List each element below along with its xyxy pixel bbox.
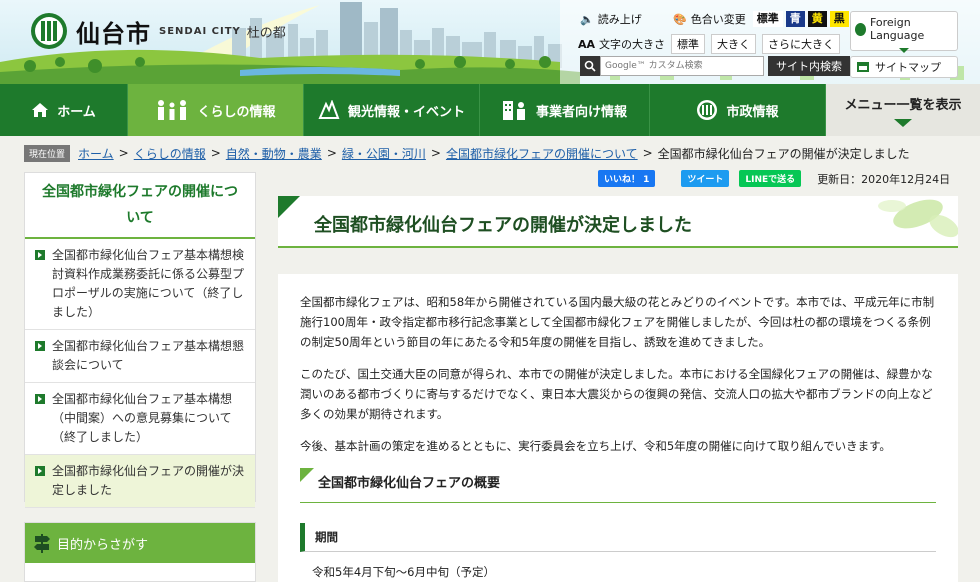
read-aloud-button[interactable]: 🔈 読み上げ: [580, 11, 642, 27]
purpose-search-heading[interactable]: 目的からさがす: [25, 523, 255, 563]
line-share-button[interactable]: LINEで送る: [739, 170, 802, 187]
logo-subtitle: 杜の都: [246, 25, 286, 41]
site-header: 仙台市 SENDAI CITY 杜の都 🔈 読み上げ 🎨 色合い変更 標準青黄黒…: [0, 0, 980, 84]
arrow-bullet-icon: [35, 341, 45, 351]
breadcrumb-separator: >: [326, 146, 337, 160]
color-option-button[interactable]: 青: [785, 11, 805, 27]
city-emblem-icon: [696, 99, 718, 121]
breadcrumb: 現在位置 ホーム > くらしの情報 > 自然・動物・農業 > 緑・公園・河川 >…: [24, 144, 964, 162]
nav-business-label: 事業者向け情報: [535, 104, 627, 120]
nav-living[interactable]: くらしの情報: [128, 84, 304, 136]
breadcrumb-separator: >: [118, 146, 129, 160]
search-input[interactable]: [600, 56, 764, 76]
site-search: サイト内検索: [580, 56, 850, 76]
period-heading: 期間: [300, 523, 936, 552]
color-change-group: 🎨 色合い変更 標準青黄黒: [673, 11, 849, 27]
business-icon: [502, 99, 528, 121]
logo-name: 仙台市: [76, 19, 151, 48]
nav-tourism-label: 観光情報・イベント: [347, 104, 465, 120]
arrow-bullet-icon: [35, 394, 45, 404]
nav-tourism[interactable]: 観光情報・イベント: [304, 84, 480, 136]
signpost-icon: [33, 533, 51, 553]
local-nav-item[interactable]: 全国都市緑化仙台フェアの開催が決定しました: [25, 455, 255, 508]
leaf-decoration-icon: [878, 199, 958, 238]
nav-city-admin-label: 市政情報: [726, 104, 779, 120]
title-corner-accent: [278, 196, 300, 218]
globe-icon: [855, 22, 866, 36]
social-share-bar: いいね！ 1 ツイート LINEで送る 更新日：2020年12月24日: [598, 170, 950, 187]
breadcrumb-separator: >: [642, 146, 653, 160]
nav-home[interactable]: ホーム: [0, 84, 128, 136]
main-content: 全国都市緑化フェアは、昭和58年から開催されている国内最大級の花とみどりのイベン…: [278, 274, 958, 582]
outline-heading: 全国都市緑化仙台フェアの概要: [300, 468, 936, 503]
nav-city-admin[interactable]: 市政情報: [650, 84, 826, 136]
nav-home-label: ホーム: [57, 104, 96, 120]
family-icon: [155, 99, 189, 121]
foreign-language-button[interactable]: Foreign Language: [850, 11, 958, 53]
menu-list-button[interactable]: メニュー一覧を表示: [826, 84, 980, 136]
arrow-bullet-icon: [35, 250, 45, 260]
text-size-larger-button[interactable]: さらに大きく: [762, 34, 841, 54]
breadcrumb-link-nature[interactable]: 自然・動物・農業: [226, 145, 322, 162]
menu-list-label: メニュー一覧を表示: [844, 97, 962, 113]
local-nav-item-label: 全国都市緑化仙台フェア基本構想（中間案）への意見募集について（終了しました）: [52, 392, 233, 444]
local-nav-title[interactable]: 全国都市緑化フェアの開催について: [25, 173, 255, 239]
text-size-large-button[interactable]: 大きく: [711, 34, 757, 54]
breadcrumb-current: 全国都市緑化仙台フェアの開催が決定しました: [657, 146, 910, 161]
breadcrumb-separator: >: [210, 146, 221, 160]
breadcrumb-link-parks[interactable]: 緑・公園・河川: [342, 145, 426, 162]
site-logo[interactable]: 仙台市 SENDAI CITY 杜の都: [30, 12, 286, 50]
sitemap-button[interactable]: サイトマップ: [850, 56, 958, 78]
period-value: 令和5年4月下旬～6月中旬（予定）: [312, 565, 495, 579]
city-emblem-icon: [31, 13, 67, 49]
color-change-label: 色合い変更: [690, 13, 746, 26]
logo-english-name: SENDAI CITY: [159, 25, 241, 37]
palette-icon: 🎨: [673, 12, 687, 26]
text-size-label: 文字の大きさ: [599, 38, 666, 51]
chevron-down-icon: [894, 118, 912, 127]
nav-living-label: くらしの情報: [197, 104, 276, 120]
updated-date: 更新日：2020年12月24日: [817, 172, 951, 186]
breadcrumb-label: 現在位置: [24, 144, 71, 162]
breadcrumb-link-home[interactable]: ホーム: [78, 145, 114, 162]
local-nav-item-label: 全国都市緑化仙台フェア基本構想懇談会について: [52, 339, 245, 372]
local-nav-item[interactable]: 全国都市緑化仙台フェア基本構想懇談会について: [25, 330, 255, 383]
text-size-group: AA 文字の大きさ 標準 大きく さらに大きく: [578, 34, 841, 54]
page-title-box: 全国都市緑化仙台フェアの開催が決定しました: [278, 196, 958, 248]
local-nav-item[interactable]: 全国都市緑化仙台フェア基本構想検討資料作成業務委託に係る公募型プロポーザルの実施…: [25, 239, 255, 330]
local-nav: 全国都市緑化フェアの開催について 全国都市緑化仙台フェア基本構想検討資料作成業務…: [24, 172, 256, 508]
nav-business[interactable]: 事業者向け情報: [480, 84, 650, 136]
text-size-icon: AA: [578, 37, 596, 51]
body-paragraph: このたび、国土交通大臣の同意が得られ、本市での開催が決定しました。本市における全…: [300, 367, 933, 421]
chevron-down-icon: [899, 48, 909, 53]
sitemap-icon: [857, 62, 869, 72]
text-size-standard-button[interactable]: 標準: [671, 34, 706, 54]
body-paragraph: 今後、基本計画の策定を進めるとともに、実行委員会を立ち上げ、令和5年度の開催に向…: [300, 439, 891, 453]
local-nav-item-label: 全国都市緑化仙台フェア基本構想検討資料作成業務委託に係る公募型プロポーザルの実施…: [52, 248, 245, 319]
global-nav: ホーム くらしの情報 観光情報・イベント 事業者向け情報 市政情報 メニュー一覧…: [0, 84, 980, 136]
home-icon: [31, 102, 49, 118]
foreign-language-label: Foreign Language: [869, 16, 925, 42]
breadcrumb-separator: >: [430, 146, 441, 160]
speaker-icon: 🔈: [580, 12, 594, 26]
purpose-search-box: 目的からさがす: [24, 522, 256, 582]
color-option-button[interactable]: 黒: [829, 11, 849, 27]
body-paragraph: 全国都市緑化フェアは、昭和58年から開催されている国内最大級の花とみどりのイベン…: [300, 295, 935, 349]
tourism-icon: [318, 100, 340, 120]
sitemap-label: サイトマップ: [875, 61, 941, 74]
local-nav-item[interactable]: 全国都市緑化仙台フェア基本構想（中間案）への意見募集について（終了しました）: [25, 383, 255, 455]
facebook-like-button[interactable]: いいね！ 1: [598, 170, 656, 187]
breadcrumb-link-fair[interactable]: 全国都市緑化フェアの開催について: [446, 145, 638, 162]
search-icon: [580, 56, 600, 76]
read-aloud-label: 読み上げ: [597, 13, 642, 26]
color-option-button[interactable]: 標準: [752, 11, 783, 27]
breadcrumb-link-living[interactable]: くらしの情報: [134, 145, 206, 162]
arrow-bullet-icon: [35, 466, 45, 476]
tweet-button[interactable]: ツイート: [681, 170, 730, 187]
purpose-search-label: 目的からさがす: [57, 537, 149, 553]
local-nav-item-label: 全国都市緑化仙台フェアの開催が決定しました: [52, 464, 245, 497]
color-option-button[interactable]: 黄: [807, 11, 827, 27]
site-search-button[interactable]: サイト内検索: [768, 56, 850, 76]
page-title: 全国都市緑化仙台フェアの開催が決定しました: [314, 215, 692, 236]
